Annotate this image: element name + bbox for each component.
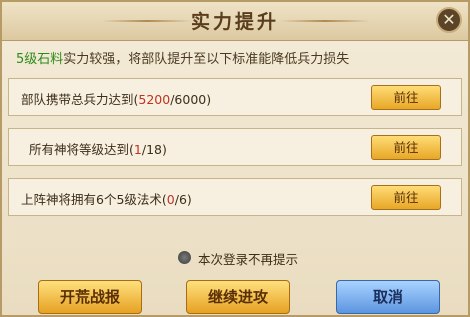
continue-attack-button[interactable]: 继续进攻 [186, 280, 290, 314]
requirement-row-hero-level: 所有神将等级达到(1/18) 前往 [8, 128, 462, 166]
title-flourish-right [280, 20, 370, 22]
requirement-current: 5200 [138, 92, 171, 107]
requirement-target: /18 [141, 142, 162, 157]
intro-text: 5级石料实力较强，将部队提升至以下标准能降低兵力损失 [16, 48, 349, 67]
title-bar: 实力提升 ✕ [2, 2, 468, 41]
requirement-label: 上阵神将拥有6个5级法术 [21, 192, 162, 207]
requirement-text: 所有神将等级达到(1/18) [29, 142, 167, 157]
go-button-troops[interactable]: 前往 [371, 85, 441, 110]
requirement-label: 部队携带总兵力达到 [21, 92, 134, 107]
dialog-title: 实力提升 [190, 11, 279, 33]
intro-highlight: 5级石料 [16, 52, 64, 67]
requirement-text: 上阵神将拥有6个5级法术(0/6) [21, 192, 192, 207]
close-button[interactable]: ✕ [436, 7, 462, 33]
requirement-label: 所有神将等级达到 [29, 142, 130, 157]
requirement-text: 部队携带总兵力达到(5200/6000) [21, 92, 212, 107]
intro-rest: 实力较强，将部队提升至以下标准能降低兵力损失 [63, 52, 350, 67]
cancel-button[interactable]: 取消 [336, 280, 440, 314]
requirement-current: 1 [133, 142, 142, 157]
go-button-hero-level[interactable]: 前往 [371, 135, 441, 160]
requirement-row-troops: 部队携带总兵力达到(5200/6000) 前往 [8, 78, 462, 116]
requirement-row-spells: 上阵神将拥有6个5级法术(0/6) 前往 [8, 178, 462, 216]
requirement-target: /6 [174, 192, 187, 207]
strength-upgrade-dialog: 实力提升 ✕ 5级石料实力较强，将部队提升至以下标准能降低兵力损失 部队携带总兵… [0, 0, 470, 317]
no-remind-label[interactable]: 本次登录不再提示 [198, 249, 298, 268]
no-remind-radio[interactable] [178, 251, 191, 264]
battle-report-button[interactable]: 开荒战报 [38, 280, 142, 314]
requirement-target: /6000 [170, 92, 207, 107]
go-button-spells[interactable]: 前往 [371, 185, 441, 210]
close-icon: ✕ [442, 10, 456, 29]
requirement-current: 0 [166, 192, 175, 207]
